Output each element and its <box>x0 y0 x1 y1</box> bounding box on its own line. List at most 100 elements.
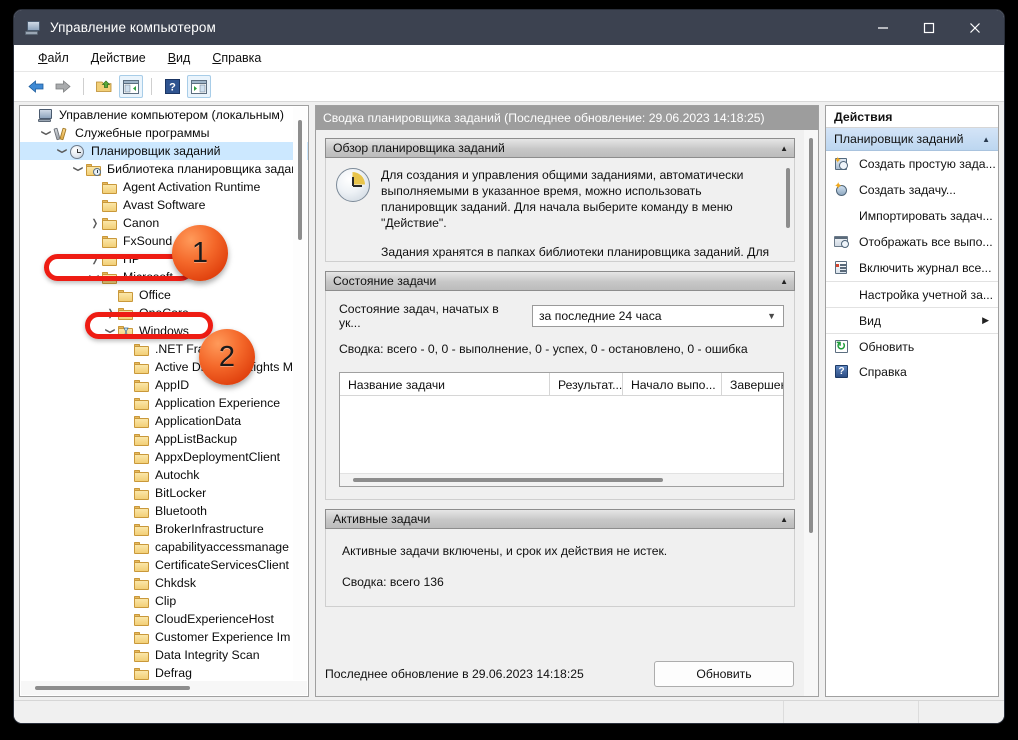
tree-item-label: Autochk <box>155 468 200 482</box>
action-item[interactable]: Включить журнал все... <box>826 255 998 281</box>
tree-item[interactable]: ApplicationData <box>20 412 308 430</box>
section-task-status-header[interactable]: Состояние задачи ▲ <box>325 271 795 291</box>
tree-item[interactable]: Avast Software <box>20 196 308 214</box>
tree-item[interactable]: FxSound <box>20 232 308 250</box>
tree-item[interactable]: Windows <box>20 322 308 340</box>
tree-item[interactable]: AppID <box>20 376 308 394</box>
maximize-icon[interactable] <box>906 10 952 45</box>
tree-item[interactable]: Chkdsk <box>20 574 308 592</box>
tree-item[interactable]: Служебные программы <box>20 124 308 142</box>
tree-item[interactable]: Customer Experience Im <box>20 628 308 646</box>
tree-item[interactable]: Autochk <box>20 466 308 484</box>
up-folder-icon[interactable] <box>92 75 116 98</box>
tree-item[interactable]: Canon <box>20 214 308 232</box>
folder-icon <box>134 630 151 645</box>
chevron-collapsed-icon[interactable] <box>87 214 102 232</box>
action-item-label: Отображать все выпо... <box>859 235 993 249</box>
grid-horizontal-scroll-thumb[interactable] <box>353 478 663 482</box>
grid-column-header[interactable]: Название задачи <box>340 373 550 396</box>
tree-item[interactable]: Bluetooth <box>20 502 308 520</box>
chevron-expanded-icon[interactable] <box>87 268 102 286</box>
tree-horizontal-scroll-thumb[interactable] <box>35 686 190 690</box>
main-vertical-scrollbar[interactable] <box>804 130 818 696</box>
tree-item[interactable]: HP <box>20 250 308 268</box>
back-icon[interactable] <box>24 75 48 98</box>
tree-item[interactable]: CertificateServicesClient <box>20 556 308 574</box>
tree-vertical-scrollbar[interactable] <box>293 107 307 680</box>
help-icon[interactable]: ? <box>160 75 184 98</box>
chevron-expanded-icon[interactable] <box>71 160 86 178</box>
grid-column-header[interactable]: Начало выпо... <box>623 373 722 396</box>
action-item[interactable]: ✦ Создать простую зада... <box>826 151 998 177</box>
collapse-caret-icon[interactable]: ▲ <box>780 144 788 153</box>
tree-item[interactable]: Управление компьютером (локальным) <box>20 106 308 124</box>
action-item[interactable]: Вид ▶ <box>826 307 998 333</box>
menu-item-view[interactable]: Вид <box>158 48 201 68</box>
tree-item[interactable]: Active Directory Rights M <box>20 358 308 376</box>
forward-icon[interactable] <box>51 75 75 98</box>
actions-group-header[interactable]: Планировщик заданий ▲ <box>826 128 998 151</box>
tree-item[interactable]: BrokerInfrastructure <box>20 520 308 538</box>
tree-item[interactable]: Планировщик заданий <box>20 142 308 160</box>
task-status-filter-row: Состояние задач, начатых в ук... за посл… <box>339 302 784 330</box>
menu-item-action[interactable]: Действие <box>81 48 156 68</box>
tree-item[interactable]: CloudExperienceHost <box>20 610 308 628</box>
refresh-button[interactable]: Обновить <box>654 661 794 687</box>
action-item[interactable]: Импортировать задач... <box>826 203 998 229</box>
tree-item[interactable]: AppListBackup <box>20 430 308 448</box>
tree-item-label: FxSound <box>123 234 173 248</box>
section-overview-header[interactable]: Обзор планировщика заданий ▲ <box>325 138 795 158</box>
tree-item[interactable]: Agent Activation Runtime <box>20 178 308 196</box>
section-active-tasks-header[interactable]: Активные задачи ▲ <box>325 509 795 529</box>
chevron-expanded-icon[interactable] <box>39 124 54 142</box>
tree-item[interactable]: OneCore <box>20 304 308 322</box>
overview-scroll-thumb[interactable] <box>786 168 790 228</box>
chevron-collapsed-icon[interactable] <box>103 304 118 322</box>
tree-scroll-viewport[interactable]: Управление компьютером (локальным) Служеб… <box>20 106 308 681</box>
chevron-expanded-icon[interactable] <box>55 142 70 160</box>
tree-item[interactable]: BitLocker <box>20 484 308 502</box>
tree-horizontal-scrollbar[interactable] <box>21 681 307 695</box>
collapse-caret-icon[interactable]: ▲ <box>780 277 788 286</box>
tree-item[interactable]: Библиотека планировщика задан <box>20 160 308 178</box>
action-item[interactable]: ↻ Обновить <box>826 333 998 359</box>
action-item[interactable]: Настройка учетной за... <box>826 281 998 307</box>
action-item[interactable]: ✦ Создать задачу... <box>826 177 998 203</box>
folder-icon <box>134 378 151 393</box>
tree-item[interactable]: Application Experience <box>20 394 308 412</box>
tree-vertical-scroll-thumb[interactable] <box>298 120 302 240</box>
menu-item-file[interactable]: Файл <box>28 48 79 68</box>
folder-icon <box>134 450 151 465</box>
grid-column-header[interactable]: Результат... <box>550 373 623 396</box>
close-icon[interactable] <box>952 10 998 45</box>
action-item[interactable]: Отображать все выпо... <box>826 229 998 255</box>
tree-item[interactable]: Microsoft <box>20 268 308 286</box>
chevron-collapsed-icon[interactable] <box>87 250 102 268</box>
chevron-expanded-icon[interactable] <box>103 322 118 340</box>
task-status-period-value: за последние 24 часа <box>538 309 662 323</box>
task-status-period-select[interactable]: за последние 24 часа ▼ <box>531 305 784 327</box>
collapse-caret-icon[interactable]: ▲ <box>982 135 990 144</box>
show-hide-actions-icon[interactable] <box>187 75 211 98</box>
tree-item[interactable]: Clip <box>20 592 308 610</box>
grid-horizontal-scrollbar[interactable] <box>340 473 783 486</box>
overview-paragraph-2: Задания хранятся в папках библиотеки пла… <box>381 245 770 259</box>
tree-item[interactable]: .NET Fra <box>20 340 308 358</box>
tree-item[interactable]: capabilityaccessmanage <box>20 538 308 556</box>
status-bar-segment-2 <box>784 701 919 723</box>
tree-item[interactable]: Office <box>20 286 308 304</box>
folder-icon <box>134 666 151 681</box>
show-hide-tree-icon[interactable] <box>119 75 143 98</box>
tree-item[interactable]: AppxDeploymentClient <box>20 448 308 466</box>
grid-column-header[interactable]: Завершени <box>722 373 783 396</box>
minimize-icon[interactable] <box>860 10 906 45</box>
collapse-caret-icon[interactable]: ▲ <box>780 515 788 524</box>
tree-item[interactable]: Defrag <box>20 664 308 681</box>
action-item[interactable]: ? Справка <box>826 359 998 385</box>
overview-vertical-scrollbar[interactable] <box>782 158 794 261</box>
task-status-grid[interactable]: Название задачи Результат... Начало выпо..… <box>339 372 784 487</box>
menu-item-help[interactable]: Справка <box>202 48 271 68</box>
toolbar-separator-1 <box>83 78 84 95</box>
tree-item[interactable]: Data Integrity Scan <box>20 646 308 664</box>
main-vertical-scroll-thumb[interactable] <box>809 138 813 533</box>
